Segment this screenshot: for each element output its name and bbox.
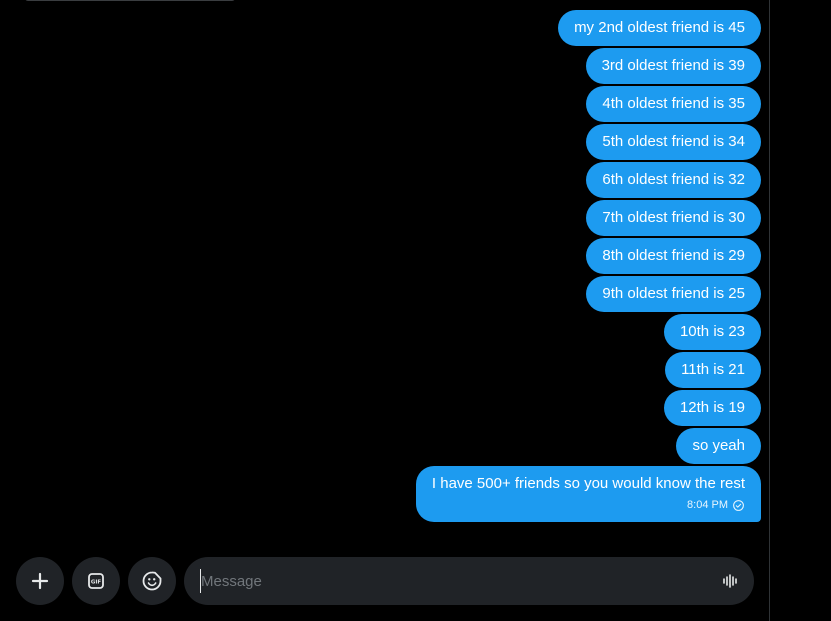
message-text: I have 500+ friends so you would know th…: [431, 475, 745, 492]
emoji-button[interactable]: [128, 557, 176, 605]
gif-icon: GIF: [88, 573, 104, 589]
message-bubble[interactable]: my 2nd oldest friend is 45: [558, 10, 761, 46]
message-bubble[interactable]: 8th oldest friend is 29: [586, 238, 761, 274]
message-bubble[interactable]: 6th oldest friend is 32: [586, 162, 761, 198]
chat-pane: my 2nd oldest friend is 45 3rd oldest fr…: [0, 0, 770, 621]
message-bubble[interactable]: so yeah: [676, 428, 761, 464]
message-list: my 2nd oldest friend is 45 3rd oldest fr…: [61, 10, 761, 522]
message-timestamp: 8:04 PM: [687, 499, 728, 511]
message-bubble[interactable]: 4th oldest friend is 35: [586, 86, 761, 122]
message-meta: 8:04 PM: [687, 498, 745, 512]
message-bubble-last[interactable]: I have 500+ friends so you would know th…: [415, 466, 761, 522]
emoji-icon: [142, 571, 162, 591]
svg-text:GIF: GIF: [91, 580, 102, 586]
message-bubble[interactable]: 5th oldest friend is 34: [586, 124, 761, 160]
message-bubble[interactable]: 12th is 19: [663, 390, 761, 426]
message-input[interactable]: [200, 569, 700, 593]
message-composer: [184, 557, 754, 605]
add-icon: [31, 572, 49, 590]
right-panel-edge: [771, 0, 831, 621]
previous-message-edge: [25, 0, 235, 1]
gif-button[interactable]: GIF: [72, 557, 120, 605]
message-bubble[interactable]: 10th is 23: [663, 314, 761, 350]
voice-icon: [723, 574, 737, 588]
message-bubble[interactable]: 11th is 21: [665, 352, 761, 388]
message-bubble[interactable]: 7th oldest friend is 30: [586, 200, 761, 236]
check-circle-icon: [733, 499, 744, 511]
message-bubble[interactable]: 3rd oldest friend is 39: [585, 48, 761, 84]
message-bubble[interactable]: 9th oldest friend is 25: [586, 276, 761, 312]
voice-message-button[interactable]: [718, 569, 742, 593]
add-media-button[interactable]: [16, 557, 64, 605]
